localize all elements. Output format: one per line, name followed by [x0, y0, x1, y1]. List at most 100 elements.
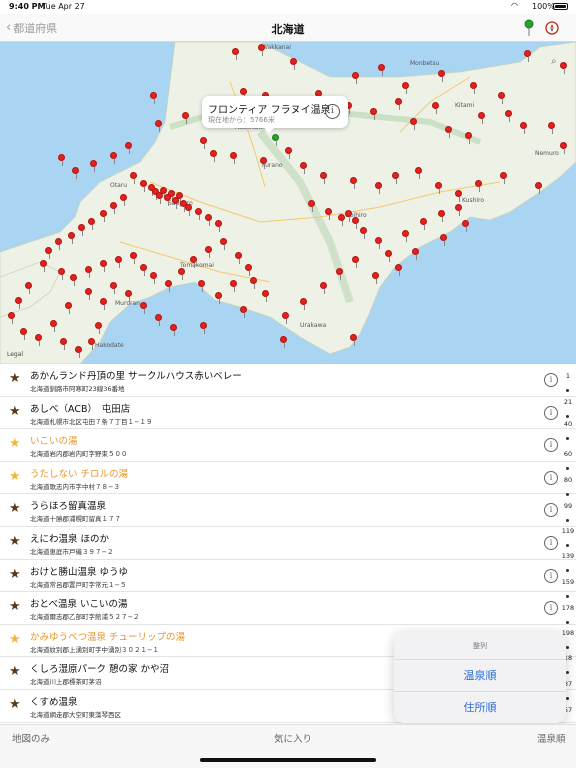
- map-pin[interactable]: [88, 218, 95, 230]
- map-pin[interactable]: [150, 272, 157, 284]
- map-pin[interactable]: [350, 177, 357, 189]
- star-icon[interactable]: ★: [9, 372, 21, 386]
- map-search-icon[interactable]: ⌕: [551, 56, 557, 67]
- map-pin[interactable]: [462, 220, 469, 232]
- map-pin[interactable]: [220, 238, 227, 250]
- map-pin[interactable]: [282, 312, 289, 324]
- map-pin[interactable]: [168, 190, 175, 202]
- map-pin[interactable]: [445, 126, 452, 138]
- map-pin[interactable]: [55, 238, 62, 250]
- star-icon[interactable]: ★: [9, 469, 21, 484]
- map-pin[interactable]: [360, 227, 367, 239]
- list-item[interactable]: ★ あしべ（ACB） 屯田店 北海道札幌市北区屯田７条７丁目１−１９ i: [0, 397, 576, 430]
- selected-map-pin[interactable]: [272, 134, 279, 146]
- map-pin[interactable]: [95, 322, 102, 334]
- map-pin[interactable]: [455, 190, 462, 202]
- map-pin[interactable]: [375, 182, 382, 194]
- map-pin[interactable]: [245, 264, 252, 276]
- map-pin[interactable]: [548, 122, 555, 134]
- info-icon[interactable]: i: [544, 503, 558, 518]
- map-pin[interactable]: [230, 152, 237, 164]
- list-item[interactable]: ★ おけと勝山温泉 ゆうゆ 北海道常呂郡置戸町字常元１−５ i: [0, 560, 576, 593]
- map-only-button[interactable]: 地図のみ: [12, 731, 50, 745]
- map-pin[interactable]: [372, 272, 379, 284]
- map-pin[interactable]: [155, 314, 162, 326]
- map-pin[interactable]: [72, 167, 79, 179]
- index-label[interactable]: 80: [560, 476, 576, 484]
- map-pin[interactable]: [232, 48, 239, 60]
- map-pin[interactable]: [308, 200, 315, 212]
- index-label[interactable]: 119: [560, 527, 576, 535]
- favorites-button[interactable]: 気に入り: [274, 731, 312, 745]
- map-pin[interactable]: [402, 82, 409, 94]
- star-icon[interactable]: ★: [9, 698, 21, 712]
- map-pin[interactable]: [465, 132, 472, 144]
- map-pin[interactable]: [150, 92, 157, 104]
- index-label[interactable]: 99: [560, 502, 576, 510]
- map-pin[interactable]: [412, 248, 419, 260]
- map-pin[interactable]: [140, 264, 147, 276]
- map-pin[interactable]: [392, 172, 399, 184]
- map-pin[interactable]: [200, 137, 207, 149]
- map-pin[interactable]: [470, 82, 477, 94]
- map-pin[interactable]: [182, 112, 189, 124]
- map-pin[interactable]: [250, 277, 257, 289]
- map-pin[interactable]: [110, 202, 117, 214]
- info-icon[interactable]: i: [544, 470, 558, 485]
- map-pin[interactable]: [100, 260, 107, 272]
- map-pin[interactable]: [240, 88, 247, 100]
- map-pin[interactable]: [100, 210, 107, 222]
- info-icon[interactable]: i: [544, 373, 558, 387]
- info-icon[interactable]: i: [544, 568, 558, 583]
- map-pin[interactable]: [345, 210, 352, 222]
- list-item[interactable]: ★ えにわ温泉 ほのか 北海道恵庭市戸磯３９７−２ i: [0, 527, 576, 560]
- map-pin[interactable]: [178, 268, 185, 280]
- map-pin[interactable]: [65, 302, 72, 314]
- star-icon[interactable]: ★: [9, 632, 21, 647]
- map-pin[interactable]: [455, 204, 462, 216]
- map-pin[interactable]: [432, 102, 439, 114]
- map-pin[interactable]: [35, 334, 42, 346]
- map-pin[interactable]: [478, 112, 485, 124]
- map-pin[interactable]: [40, 260, 47, 272]
- map-view[interactable]: Wakkanai Monbetsu Kitami Asahikawa Furan…: [0, 42, 576, 364]
- map-pin[interactable]: [375, 237, 382, 249]
- map-pin[interactable]: [230, 280, 237, 292]
- map-pin[interactable]: [300, 162, 307, 174]
- map-pin[interactable]: [320, 282, 327, 294]
- map-pin[interactable]: [50, 320, 57, 332]
- index-label[interactable]: 1: [560, 372, 576, 380]
- location-pin-icon[interactable]: [523, 19, 535, 37]
- star-icon[interactable]: ★: [9, 502, 21, 516]
- map-callout[interactable]: フロンティア フラヌイ温泉 現在地から：5766米 i: [202, 96, 348, 133]
- map-pin[interactable]: [420, 218, 427, 230]
- map-pin[interactable]: [58, 268, 65, 280]
- map-pin[interactable]: [560, 62, 567, 74]
- map-pin[interactable]: [352, 217, 359, 229]
- map-pin[interactable]: [195, 208, 202, 220]
- map-pin[interactable]: [58, 154, 65, 166]
- map-pin[interactable]: [25, 282, 32, 294]
- map-pin[interactable]: [200, 322, 207, 334]
- map-pin[interactable]: [370, 108, 377, 120]
- map-pin[interactable]: [300, 298, 307, 310]
- sort-by-address-option[interactable]: 住所順: [394, 691, 566, 723]
- map-pin[interactable]: [325, 208, 332, 220]
- map-pin[interactable]: [125, 142, 132, 154]
- map-pin[interactable]: [100, 298, 107, 310]
- map-pin[interactable]: [190, 256, 197, 268]
- compass-icon[interactable]: [545, 21, 559, 35]
- map-pin[interactable]: [350, 334, 357, 346]
- map-pin[interactable]: [210, 150, 217, 162]
- map-pin[interactable]: [415, 167, 422, 179]
- star-icon[interactable]: ★: [9, 437, 21, 451]
- map-pin[interactable]: [215, 292, 222, 304]
- map-pin[interactable]: [352, 72, 359, 84]
- sort-by-onsen-option[interactable]: 温泉順: [394, 659, 566, 691]
- map-pin[interactable]: [45, 247, 52, 259]
- map-pin[interactable]: [75, 346, 82, 358]
- map-pin[interactable]: [176, 192, 183, 204]
- map-pin[interactable]: [240, 306, 247, 318]
- index-label[interactable]: 40: [560, 420, 576, 428]
- map-pin[interactable]: [520, 122, 527, 134]
